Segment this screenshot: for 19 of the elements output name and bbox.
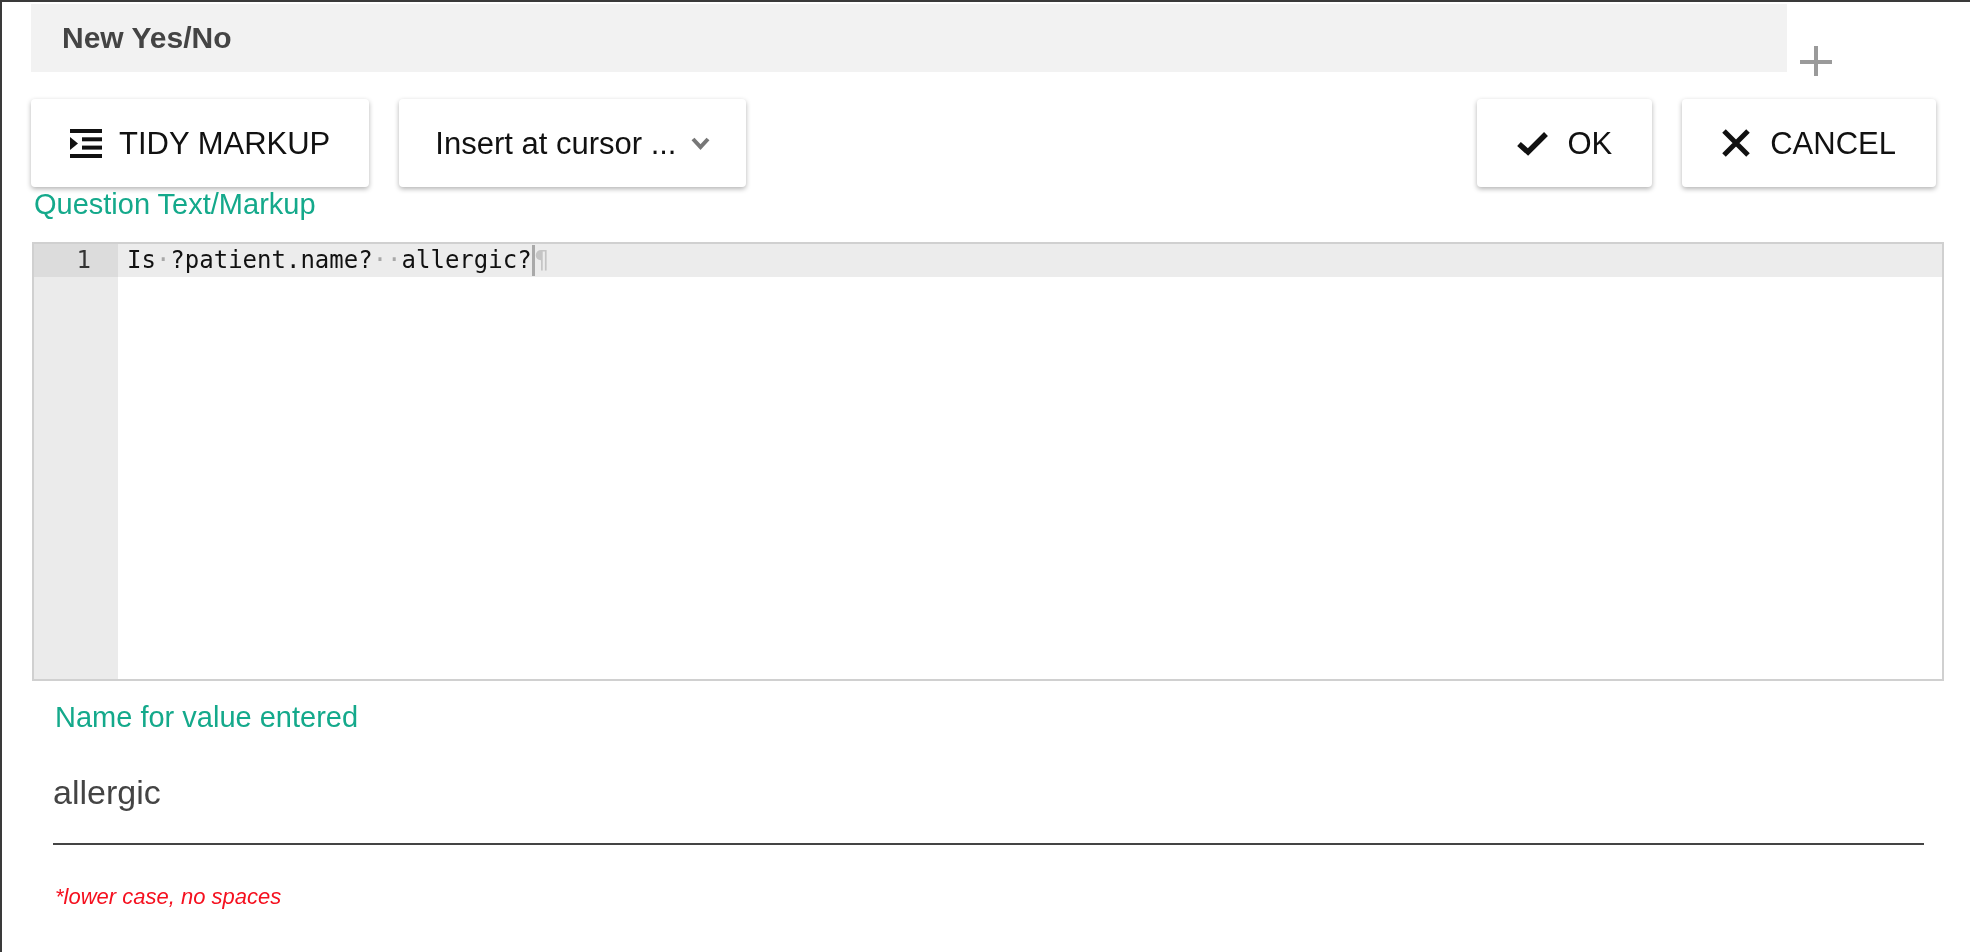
tidy-markup-button[interactable]: TIDY MARKUP — [31, 99, 370, 187]
code-editor[interactable]: 1 Is·?patient.name?··allergic?¶ — [32, 242, 1944, 681]
line-number: 1 — [34, 244, 118, 277]
text-cursor — [531, 245, 535, 276]
indent-icon — [70, 128, 102, 158]
close-icon — [1722, 129, 1751, 157]
hint-text: *lower case, no spaces — [54, 883, 283, 911]
plus-icon[interactable] — [1800, 46, 1832, 76]
dialog-title: New Yes/No — [62, 23, 232, 53]
ok-button[interactable]: OK — [1477, 99, 1653, 187]
cancel-button[interactable]: CANCEL — [1682, 99, 1936, 187]
code-text: Is·?patient.name?··allergic? — [127, 245, 532, 276]
input-field[interactable]: allergic — [53, 758, 1924, 845]
line-end-marker: ¶ — [534, 245, 550, 276]
check-icon — [1517, 130, 1549, 156]
question-label: Question Text/Markup — [33, 188, 317, 220]
insert-dropdown[interactable]: Insert at cursor ... — [399, 99, 746, 187]
name-label: Name for value entered — [54, 700, 360, 734]
chevron-down-icon — [690, 136, 710, 150]
